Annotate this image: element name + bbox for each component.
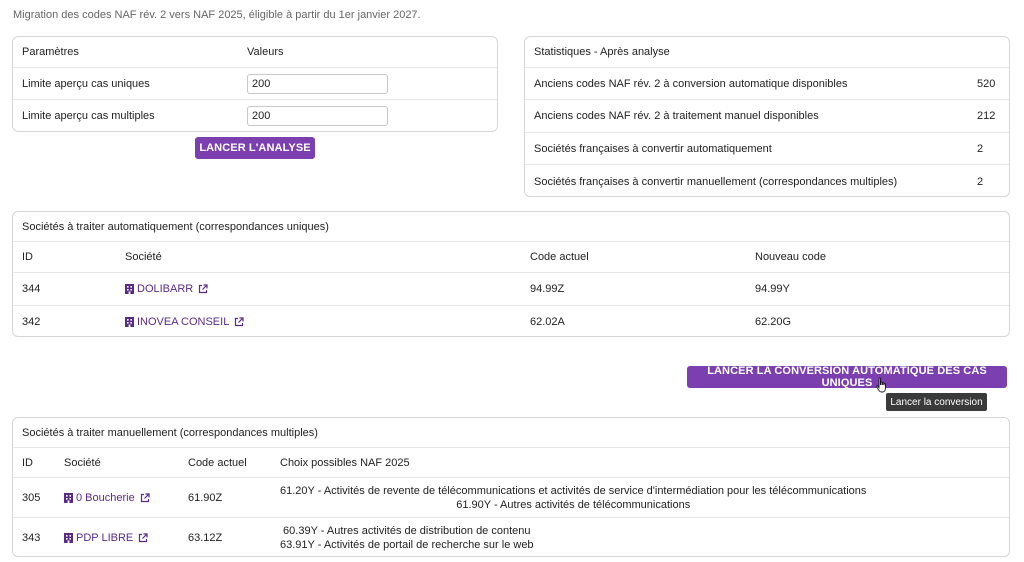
company-link-cell: 0 Boucherie (64, 478, 150, 517)
param-label-multiple: Limite aperçu cas multiples (22, 110, 155, 122)
auto-table-title-row: Sociétés à traiter automatiquement (corr… (13, 212, 1009, 242)
limit-multiple-input[interactable] (247, 106, 388, 126)
external-link-icon[interactable] (138, 533, 148, 543)
row-current-code: 61.90Z (188, 491, 223, 504)
company-link[interactable]: INOVEA CONSEIL (125, 316, 244, 328)
manual-table-panel: Sociétés à traiter manuellement (corresp… (12, 417, 1010, 557)
row-id: 343 (22, 532, 41, 544)
manual-table-header-row: ID Société Code actuel Choix possibles N… (13, 448, 1009, 478)
stats-row: Anciens codes NAF rév. 2 à traitement ma… (525, 100, 1009, 133)
params-panel: Paramètres Valeurs Limite aperçu cas uni… (12, 36, 498, 132)
row-id: 342 (22, 316, 41, 328)
company-name: DOLIBARR (137, 283, 194, 295)
building-icon (64, 492, 73, 503)
company-link-cell: PDP LIBRE (64, 518, 148, 556)
stats-label: Sociétés françaises à convertir automati… (534, 142, 772, 155)
tooltip: Lancer la conversion (886, 393, 987, 411)
param-label-unique: Limite aperçu cas uniques (22, 77, 150, 90)
stats-label: Sociétés françaises à convertir manuelle… (534, 175, 898, 188)
manual-table-title: Sociétés à traiter manuellement (corresp… (22, 426, 318, 439)
row-id: 344 (22, 283, 41, 295)
external-link-icon[interactable] (140, 492, 150, 503)
table-row: 305 0 Boucherie 61.90Z 61.20Y - Activité… (13, 478, 1009, 518)
choice-option: 63.91Y - Activités de portail de recherc… (280, 539, 534, 551)
external-link-icon[interactable] (234, 317, 244, 327)
choice-option: 61.90Y - Autres activités de télécommuni… (456, 498, 691, 511)
col-choices-header: Choix possibles NAF 2025 (280, 456, 410, 469)
intro-text: Migration des codes NAF rév. 2 vers NAF … (13, 9, 421, 21)
building-icon (125, 284, 134, 294)
stats-value: 2 (977, 142, 984, 155)
auto-table-title: Sociétés à traiter automatiquement (corr… (22, 220, 329, 233)
col-company-header: Société (64, 456, 101, 469)
stats-title: Statistiques - Après analyse (534, 46, 670, 58)
company-link-cell: INOVEA CONSEIL (125, 306, 244, 336)
company-link[interactable]: PDP LIBRE (64, 532, 148, 544)
table-row: 342 INOVEA CONSEIL 62.02A 62.20G (13, 306, 1009, 336)
stats-row: Sociétés françaises à convertir automati… (525, 133, 1009, 165)
external-link-icon[interactable] (198, 284, 208, 294)
row-current-code: 94.99Z (530, 283, 565, 295)
stats-value: 520 (977, 77, 996, 90)
row-new-code: 94.99Y (755, 283, 790, 295)
stats-header-row: Statistiques - Après analyse (525, 37, 1009, 68)
choices-cell: 61.20Y - Activités de revente de télécom… (280, 478, 866, 517)
stats-label: Anciens codes NAF rév. 2 à conversion au… (534, 77, 848, 90)
stats-row: Sociétés françaises à convertir manuelle… (525, 165, 1009, 196)
auto-table-header-row: ID Société Code actuel Nouveau code (13, 242, 1009, 273)
param-row-multiple: Limite aperçu cas multiples (13, 100, 497, 131)
company-link[interactable]: DOLIBARR (125, 283, 208, 295)
row-new-code: 62.20G (755, 316, 792, 328)
stats-row: Anciens codes NAF rév. 2 à conversion au… (525, 68, 1009, 100)
col-company-header: Société (125, 251, 162, 263)
row-id: 305 (22, 491, 41, 504)
col-current-header: Code actuel (188, 456, 247, 469)
convert-auto-button[interactable]: LANCER LA CONVERSION AUTOMATIQUE DES CAS… (687, 365, 1007, 389)
stats-panel: Statistiques - Après analyse Anciens cod… (524, 36, 1010, 197)
row-current-code: 62.02A (530, 316, 565, 328)
col-current-header: Code actuel (530, 251, 589, 263)
col-new-header: Nouveau code (755, 251, 826, 263)
manual-table-title-row: Sociétés à traiter manuellement (corresp… (13, 418, 1009, 448)
building-icon (125, 317, 134, 327)
choices-cell: 60.39Y - Autres activités de distributio… (280, 518, 534, 556)
params-header-row: Paramètres Valeurs (13, 37, 497, 68)
col-id-header: ID (22, 456, 33, 469)
hand-cursor-icon (876, 377, 886, 393)
auto-table-panel: Sociétés à traiter automatiquement (corr… (12, 211, 1010, 337)
stats-value: 212 (977, 110, 996, 122)
param-row-unique: Limite aperçu cas uniques (13, 68, 497, 100)
company-name: PDP LIBRE (76, 532, 134, 544)
building-icon (64, 533, 73, 543)
col-id-header: ID (22, 251, 33, 263)
company-link-cell: DOLIBARR (125, 273, 208, 305)
params-header-param: Paramètres (22, 46, 79, 58)
stats-value: 2 (977, 175, 984, 188)
choice-option: 61.20Y - Activités de revente de télécom… (280, 484, 867, 497)
stats-label: Anciens codes NAF rév. 2 à traitement ma… (534, 110, 819, 122)
analyze-button[interactable]: LANCER L'ANALYSE (195, 137, 315, 159)
table-row: 344 DOLIBARR 94.99Z 94.99Y (13, 273, 1009, 306)
row-current-code: 63.12Z (188, 532, 223, 544)
company-name: INOVEA CONSEIL (137, 316, 230, 328)
table-row: 343 PDP LIBRE 63.12Z 60.39Y - Autres act… (13, 518, 1009, 556)
company-name: 0 Boucherie (76, 491, 135, 504)
limit-unique-input[interactable] (247, 74, 388, 94)
choice-option: 60.39Y - Autres activités de distributio… (283, 525, 531, 537)
company-link[interactable]: 0 Boucherie (64, 492, 150, 504)
params-header-values: Valeurs (247, 46, 284, 58)
